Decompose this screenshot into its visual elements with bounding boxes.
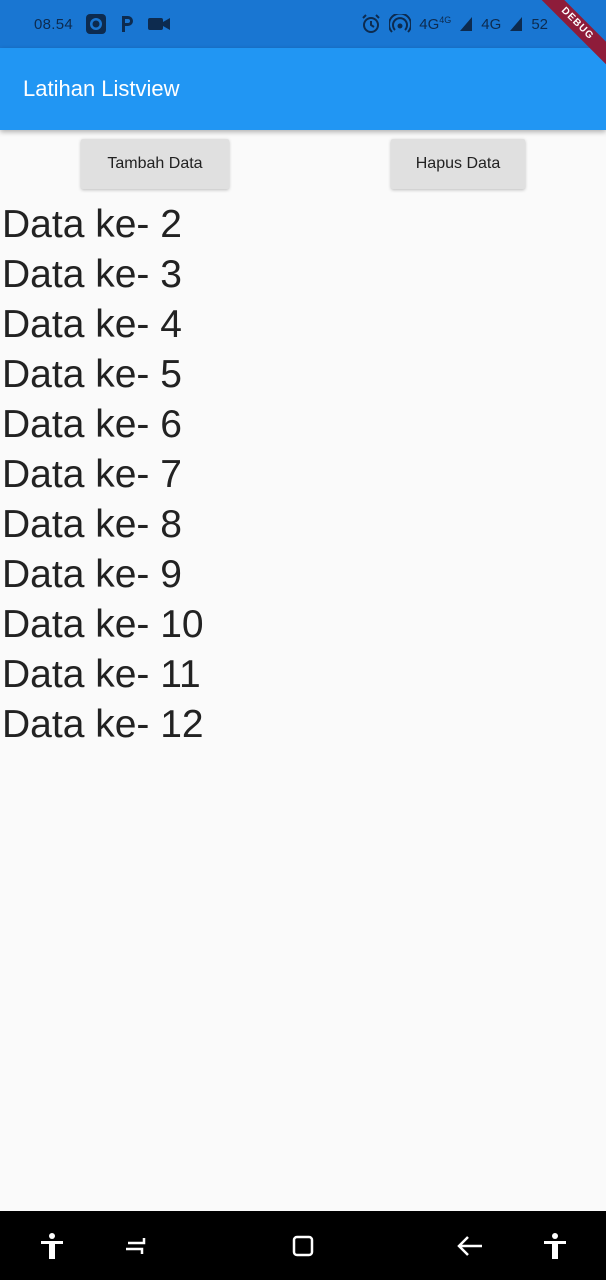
list-item: Data ke- 9 [2, 553, 182, 596]
recent-apps-icon[interactable] [120, 1231, 150, 1261]
video-camera-icon [147, 16, 171, 32]
list-item: Data ke- 11 [2, 653, 201, 696]
list-item: Data ke- 2 [2, 203, 182, 246]
status-right: 4G4G 4G 52 [361, 0, 548, 48]
list-item: Data ke- 3 [2, 253, 182, 296]
add-data-button[interactable]: Tambah Data [81, 139, 229, 189]
status-bar: 08.54 4G4G 4G 52 [0, 0, 606, 48]
signal-icon [509, 16, 523, 32]
data-list: Data ke- 2 Data ke- 3 Data ke- 4 Data ke… [2, 200, 204, 750]
page-title: Latihan Listview [23, 76, 180, 101]
list-item: Data ke- 8 [2, 503, 182, 546]
list-item: Data ke- 5 [2, 353, 182, 396]
app-bar: Latihan Listview [0, 48, 606, 130]
screen-record-icon [85, 13, 107, 35]
delete-data-button[interactable]: Hapus Data [391, 139, 525, 189]
home-icon[interactable] [288, 1231, 318, 1261]
back-icon[interactable] [455, 1231, 485, 1261]
signal-icon [459, 16, 473, 32]
network-type-1: 4G4G [419, 15, 452, 33]
navigation-bar [0, 1211, 606, 1280]
alarm-icon [361, 14, 381, 34]
p-app-icon [119, 14, 135, 34]
network-type-2: 4G [481, 15, 502, 33]
list-item: Data ke- 10 [2, 603, 204, 646]
list-item: Data ke- 6 [2, 403, 182, 446]
list-item: Data ke- 12 [2, 703, 204, 746]
status-time: 08.54 [34, 15, 74, 33]
accessibility-icon[interactable] [37, 1231, 67, 1261]
accessibility-icon[interactable] [540, 1231, 570, 1261]
status-left: 08.54 [34, 13, 171, 35]
battery-level: 52 [531, 15, 548, 33]
list-item: Data ke- 7 [2, 453, 182, 496]
list-item: Data ke- 4 [2, 303, 182, 346]
hotspot-icon [389, 14, 412, 34]
